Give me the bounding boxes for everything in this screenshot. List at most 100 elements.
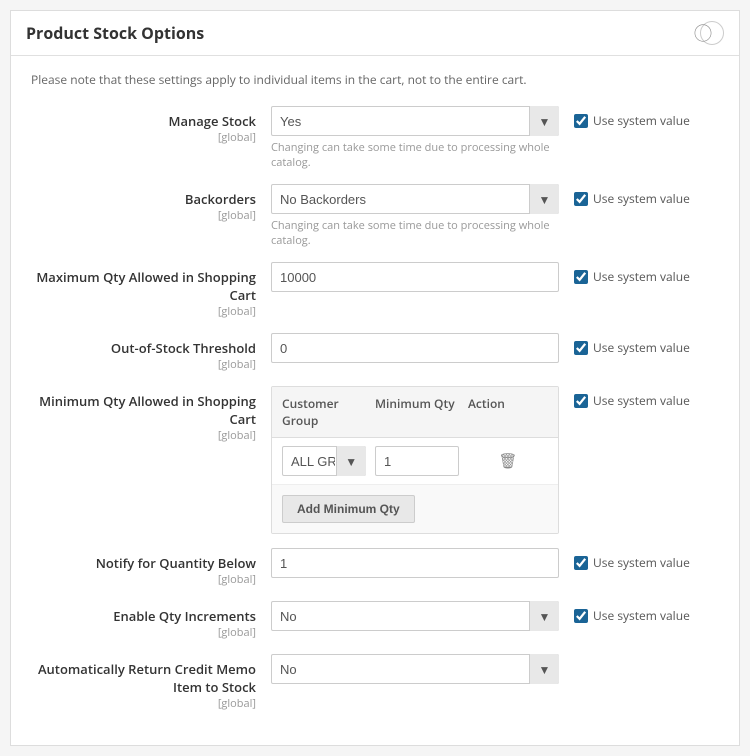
manage-stock-system-label[interactable]: Use system value xyxy=(574,112,690,129)
max-qty-sub: [global] xyxy=(31,304,256,319)
panel-title: Product Stock Options xyxy=(26,22,204,44)
backorders-row: Backorders [global] No Backorders Allow … xyxy=(31,184,719,248)
enable-qty-inc-row: Enable Qty Increments [global] No Yes ▼ … xyxy=(31,601,719,640)
panel-header: Product Stock Options ⃝ xyxy=(11,11,739,56)
max-qty-label-col: Maximum Qty Allowed in Shopping Cart [gl… xyxy=(31,262,271,319)
out-of-stock-system-checkbox[interactable] xyxy=(574,341,588,355)
manage-stock-system-col: Use system value xyxy=(559,106,719,129)
manage-stock-select-wrapper: Yes No ▼ xyxy=(271,106,559,136)
backorders-field-col: No Backorders Allow Qty Below 0 Allow Qt… xyxy=(271,184,559,248)
out-of-stock-row: Out-of-Stock Threshold [global] Use syst… xyxy=(31,333,719,372)
notify-qty-system-checkbox[interactable] xyxy=(574,556,588,570)
manage-stock-field-col: Yes No ▼ Changing can take some time due… xyxy=(271,106,559,170)
auto-return-sub: [global] xyxy=(31,696,256,711)
min-qty-row: Minimum Qty Allowed in Shopping Cart [gl… xyxy=(31,386,719,534)
out-of-stock-input[interactable] xyxy=(271,333,559,363)
enable-qty-inc-system-text: Use system value xyxy=(593,607,690,624)
enable-qty-inc-system-col: Use system value xyxy=(559,601,719,624)
min-qty-system-text: Use system value xyxy=(593,392,690,409)
out-of-stock-system-col: Use system value xyxy=(559,333,719,356)
manage-stock-sub: [global] xyxy=(31,130,256,145)
enable-qty-inc-select[interactable]: No Yes xyxy=(271,601,559,631)
backorders-sub: [global] xyxy=(31,208,256,223)
max-qty-row: Maximum Qty Allowed in Shopping Cart [gl… xyxy=(31,262,719,319)
out-of-stock-field-col xyxy=(271,333,559,363)
out-of-stock-label-col: Out-of-Stock Threshold [global] xyxy=(31,333,271,372)
max-qty-system-label[interactable]: Use system value xyxy=(574,268,690,285)
min-qty-system-checkbox[interactable] xyxy=(574,394,588,408)
enable-qty-inc-label-col: Enable Qty Increments [global] xyxy=(31,601,271,640)
out-of-stock-sub: [global] xyxy=(31,357,256,372)
panel-toggle-button[interactable]: ⃝ xyxy=(700,21,724,45)
max-qty-field-col xyxy=(271,262,559,292)
backorders-system-col: Use system value xyxy=(559,184,719,207)
min-qty-field-col: Customer Group Minimum Qty Action ALL GR… xyxy=(271,386,559,534)
enable-qty-inc-select-wrapper: No Yes ▼ xyxy=(271,601,559,631)
add-min-qty-button[interactable]: Add Minimum Qty xyxy=(282,495,415,523)
min-qty-add-row: Add Minimum Qty xyxy=(272,485,558,533)
min-qty-table-header: Customer Group Minimum Qty Action xyxy=(272,387,558,438)
notify-qty-system-text: Use system value xyxy=(593,554,690,571)
auto-return-select-wrapper: No Yes ▼ xyxy=(271,654,559,684)
auto-return-system-col xyxy=(559,654,719,660)
manage-stock-hint: Changing can take some time due to proce… xyxy=(271,140,559,170)
min-qty-delete-button[interactable]: 🗑 xyxy=(468,448,548,474)
max-qty-input[interactable] xyxy=(271,262,559,292)
min-qty-value-input[interactable] xyxy=(375,446,459,476)
min-qty-col-group: Customer Group xyxy=(282,395,375,429)
max-qty-system-checkbox[interactable] xyxy=(574,270,588,284)
min-qty-group-select[interactable]: ALL GROUPS NOT LOGGED IN General Wholesa… xyxy=(282,446,366,476)
enable-qty-inc-sub: [global] xyxy=(31,625,256,640)
enable-qty-inc-label: Enable Qty Increments xyxy=(31,607,256,625)
min-qty-col-qty: Minimum Qty xyxy=(375,395,468,429)
notify-qty-system-label[interactable]: Use system value xyxy=(574,554,690,571)
max-qty-system-col: Use system value xyxy=(559,262,719,285)
notify-qty-sub: [global] xyxy=(31,572,256,587)
min-qty-table-row: ALL GROUPS NOT LOGGED IN General Wholesa… xyxy=(272,438,558,485)
auto-return-field-col: No Yes ▼ xyxy=(271,654,559,684)
auto-return-label: Automatically Return Credit Memo Item to… xyxy=(31,660,256,696)
panel-note: Please note that these settings apply to… xyxy=(31,71,719,88)
backorders-label: Backorders xyxy=(31,190,256,208)
min-qty-sub: [global] xyxy=(31,428,256,443)
backorders-system-checkbox[interactable] xyxy=(574,192,588,206)
min-qty-system-col: Use system value xyxy=(559,386,719,409)
notify-qty-label: Notify for Quantity Below xyxy=(31,554,256,572)
manage-stock-label: Manage Stock xyxy=(31,112,256,130)
out-of-stock-system-label[interactable]: Use system value xyxy=(574,339,690,356)
backorders-hint: Changing can take some time due to proce… xyxy=(271,218,559,248)
out-of-stock-label: Out-of-Stock Threshold xyxy=(31,339,256,357)
max-qty-label: Maximum Qty Allowed in Shopping Cart xyxy=(31,268,256,304)
enable-qty-inc-system-checkbox[interactable] xyxy=(574,609,588,623)
notify-qty-system-col: Use system value xyxy=(559,548,719,571)
min-qty-label: Minimum Qty Allowed in Shopping Cart xyxy=(31,392,256,428)
manage-stock-system-text: Use system value xyxy=(593,112,690,129)
backorders-select-wrapper: No Backorders Allow Qty Below 0 Allow Qt… xyxy=(271,184,559,214)
manage-stock-system-checkbox[interactable] xyxy=(574,114,588,128)
auto-return-row: Automatically Return Credit Memo Item to… xyxy=(31,654,719,711)
backorders-system-label[interactable]: Use system value xyxy=(574,190,690,207)
min-qty-col-action: Action xyxy=(468,395,548,429)
min-qty-section: Customer Group Minimum Qty Action ALL GR… xyxy=(271,386,559,534)
enable-qty-inc-system-label[interactable]: Use system value xyxy=(574,607,690,624)
min-qty-group-select-wrapper: ALL GROUPS NOT LOGGED IN General Wholesa… xyxy=(282,446,366,476)
backorders-system-text: Use system value xyxy=(593,190,690,207)
backorders-select[interactable]: No Backorders Allow Qty Below 0 Allow Qt… xyxy=(271,184,559,214)
manage-stock-row: Manage Stock [global] Yes No ▼ Changing … xyxy=(31,106,719,170)
notify-qty-row: Notify for Quantity Below [global] Use s… xyxy=(31,548,719,587)
notify-qty-field-col xyxy=(271,548,559,578)
notify-qty-label-col: Notify for Quantity Below [global] xyxy=(31,548,271,587)
manage-stock-label-col: Manage Stock [global] xyxy=(31,106,271,145)
auto-return-select[interactable]: No Yes xyxy=(271,654,559,684)
notify-qty-input[interactable] xyxy=(271,548,559,578)
out-of-stock-system-text: Use system value xyxy=(593,339,690,356)
max-qty-system-text: Use system value xyxy=(593,268,690,285)
product-stock-options-panel: Product Stock Options ⃝ Please note that… xyxy=(10,10,740,746)
backorders-label-col: Backorders [global] xyxy=(31,184,271,223)
min-qty-system-label[interactable]: Use system value xyxy=(574,392,690,409)
enable-qty-inc-field-col: No Yes ▼ xyxy=(271,601,559,631)
auto-return-label-col: Automatically Return Credit Memo Item to… xyxy=(31,654,271,711)
manage-stock-select[interactable]: Yes No xyxy=(271,106,559,136)
min-qty-label-col: Minimum Qty Allowed in Shopping Cart [gl… xyxy=(31,386,271,443)
panel-body: Please note that these settings apply to… xyxy=(11,56,739,745)
